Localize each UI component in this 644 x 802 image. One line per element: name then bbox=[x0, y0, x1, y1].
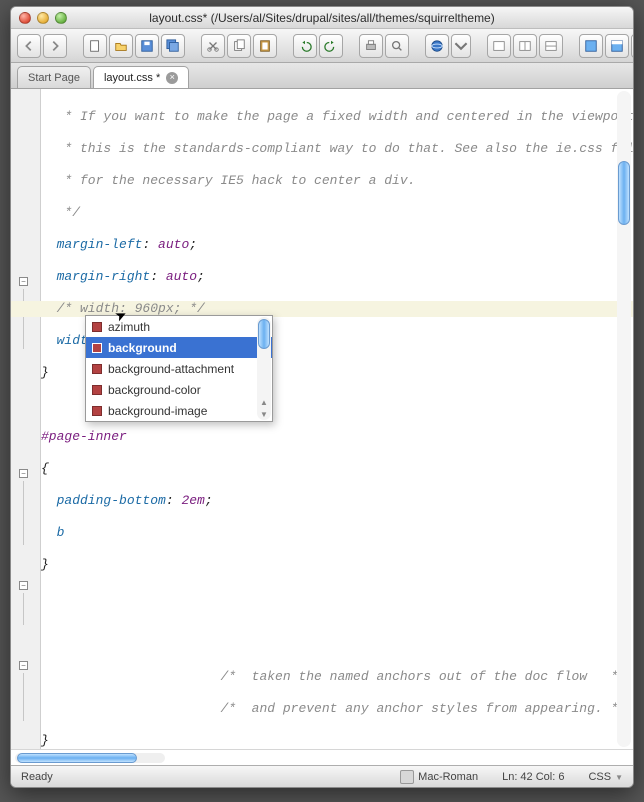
window-controls bbox=[19, 12, 67, 24]
gutter-fold-column: − − − − bbox=[11, 89, 41, 749]
app-window: layout.css* (/Users/al/Sites/drupal/site… bbox=[10, 6, 634, 788]
zoom-window-button[interactable] bbox=[55, 12, 67, 24]
property-icon bbox=[92, 364, 102, 374]
browser-preview-button[interactable] bbox=[425, 34, 449, 58]
property-icon bbox=[92, 322, 102, 332]
paste-button[interactable] bbox=[253, 34, 277, 58]
browser-preview-menu-button[interactable] bbox=[451, 34, 471, 58]
autocomplete-item[interactable]: background-image bbox=[86, 400, 272, 421]
property-icon bbox=[92, 406, 102, 416]
open-file-button[interactable] bbox=[109, 34, 133, 58]
scrollbar-thumb[interactable] bbox=[258, 319, 270, 349]
close-window-button[interactable] bbox=[19, 12, 31, 24]
cut-button[interactable] bbox=[201, 34, 225, 58]
code-editor[interactable]: − − − − * If you want to make the page a… bbox=[11, 89, 633, 749]
toolbox-c-button[interactable] bbox=[539, 34, 563, 58]
property-icon bbox=[92, 343, 102, 353]
scrollbar-thumb[interactable] bbox=[618, 161, 630, 225]
fold-toggle[interactable]: − bbox=[19, 581, 28, 590]
property-icon bbox=[92, 385, 102, 395]
panel-a-button[interactable] bbox=[579, 34, 603, 58]
tabstrip: Start Page layout.css * × bbox=[11, 63, 633, 89]
save-file-button[interactable] bbox=[135, 34, 159, 58]
chevron-down-icon: ▼ bbox=[615, 773, 623, 782]
code-content: * If you want to make the page a fixed w… bbox=[41, 93, 615, 788]
nav-forward-button[interactable] bbox=[43, 34, 67, 58]
tab-close-button[interactable]: × bbox=[166, 72, 178, 84]
print-button[interactable] bbox=[359, 34, 383, 58]
vertical-scrollbar[interactable] bbox=[617, 91, 631, 747]
autocomplete-item[interactable]: azimuth bbox=[86, 316, 272, 337]
fold-toggle[interactable]: − bbox=[19, 661, 28, 670]
undo-button[interactable] bbox=[293, 34, 317, 58]
save-all-button[interactable] bbox=[161, 34, 185, 58]
toolbox-a-button[interactable] bbox=[487, 34, 511, 58]
fold-toggle[interactable]: − bbox=[19, 277, 28, 286]
autocomplete-item[interactable]: background-color bbox=[86, 379, 272, 400]
autocomplete-popup: azimuth background background-attachment… bbox=[85, 315, 273, 422]
panel-b-button[interactable] bbox=[605, 34, 629, 58]
horizontal-scrollbar[interactable] bbox=[15, 753, 165, 763]
tab-label: Start Page bbox=[28, 72, 80, 84]
tab-file[interactable]: layout.css * × bbox=[93, 66, 189, 88]
tab-label: layout.css * bbox=[104, 72, 160, 84]
redo-button[interactable] bbox=[319, 34, 343, 58]
copy-button[interactable] bbox=[227, 34, 251, 58]
scrollbar-up-arrow[interactable]: ▲ bbox=[257, 396, 271, 408]
toolbox-b-button[interactable] bbox=[513, 34, 537, 58]
window-title: layout.css* (/Users/al/Sites/drupal/site… bbox=[149, 11, 494, 25]
scrollbar-thumb[interactable] bbox=[17, 753, 137, 763]
fold-toggle[interactable]: − bbox=[19, 469, 28, 478]
autocomplete-item[interactable]: background bbox=[86, 337, 272, 358]
panel-c-button[interactable] bbox=[631, 34, 634, 58]
preview-button[interactable] bbox=[385, 34, 409, 58]
autocomplete-scrollbar[interactable]: ▲ ▼ bbox=[257, 317, 271, 420]
autocomplete-item[interactable]: background-attachment bbox=[86, 358, 272, 379]
toolbar bbox=[11, 29, 633, 63]
new-file-button[interactable] bbox=[83, 34, 107, 58]
titlebar: layout.css* (/Users/al/Sites/drupal/site… bbox=[11, 7, 633, 29]
tab-start-page[interactable]: Start Page bbox=[17, 66, 91, 88]
scrollbar-down-arrow[interactable]: ▼ bbox=[257, 408, 271, 420]
nav-back-button[interactable] bbox=[17, 34, 41, 58]
minimize-window-button[interactable] bbox=[37, 12, 49, 24]
